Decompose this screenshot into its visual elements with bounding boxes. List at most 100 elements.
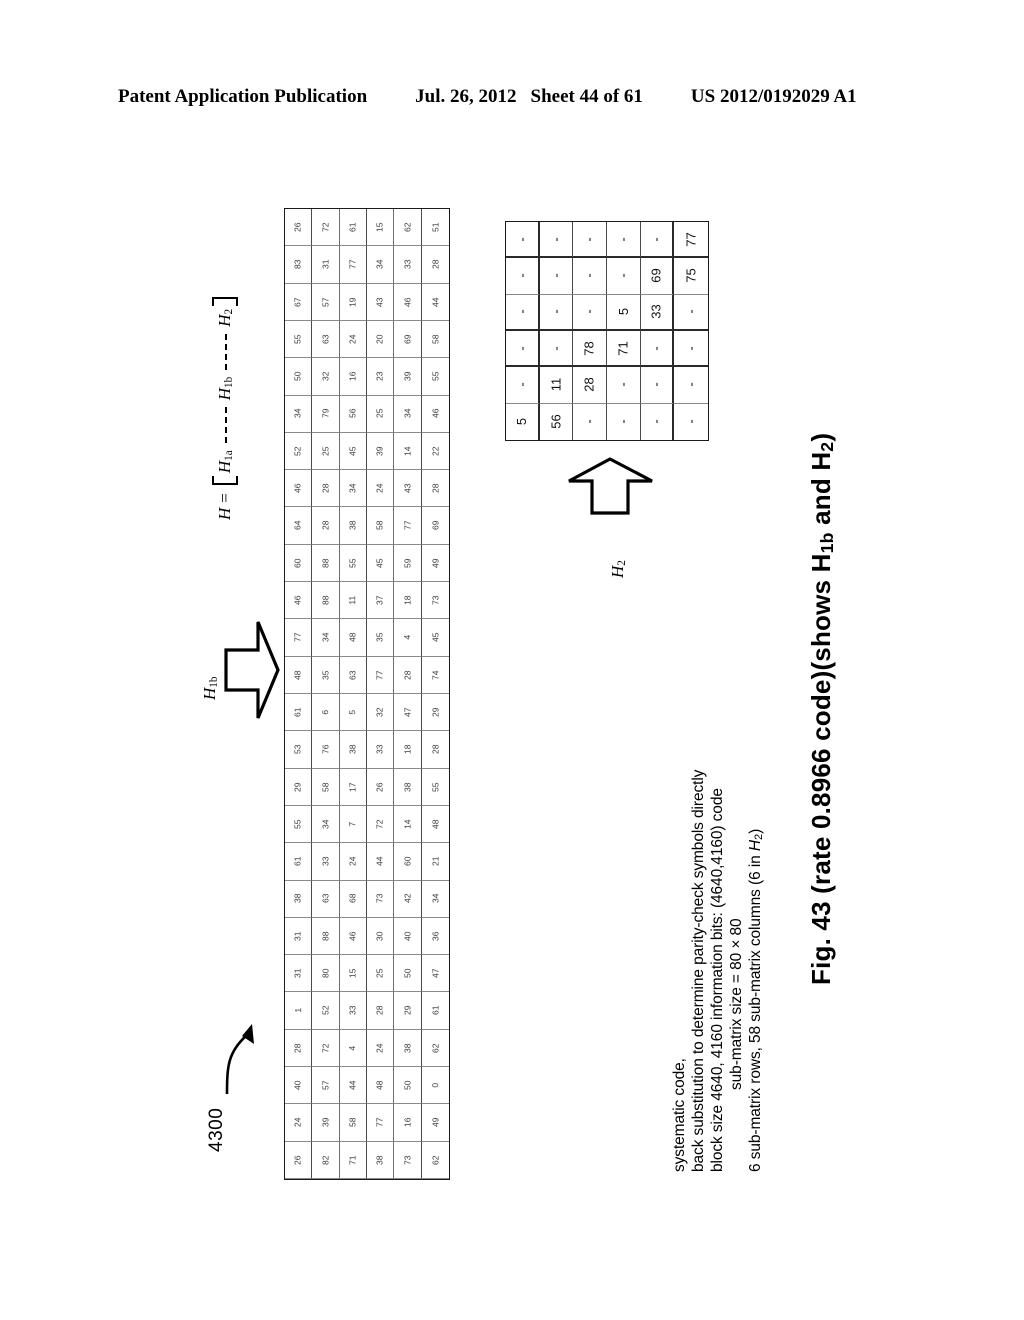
h1b-block-arrow-icon: [224, 621, 280, 719]
h1b-cell-r6-c5: 22: [421, 433, 449, 471]
h1b-value: 59: [402, 558, 413, 568]
h1b-value: 57: [320, 297, 331, 307]
h1b-cell-r16-c2: 7: [339, 805, 367, 844]
h1b-cell-r17-c3: 44: [367, 843, 395, 881]
h1b-cell-r22-c3: 24: [367, 1029, 395, 1068]
h1b-cell-r19-c4: 40: [394, 917, 422, 956]
h2-cell-r4-c2: 28: [573, 367, 607, 404]
h1b-value: 19: [347, 297, 358, 307]
h1b-cell-r21-c0: 1: [285, 992, 313, 1030]
h1b-value: 49: [430, 558, 441, 568]
h1b-value: 14: [402, 446, 413, 456]
h1b-value: 47: [402, 707, 413, 717]
h1b-cell-r6-c2: 45: [339, 432, 367, 471]
h2-value: -: [615, 236, 631, 242]
h1b-cell-r11-c4: 4: [394, 619, 422, 657]
h1b-cell-r3-c4: 69: [394, 320, 422, 359]
h1b-cell-r5-c1: 79: [312, 395, 340, 433]
h2-value: 71: [615, 340, 631, 356]
h1b-cell-r2-c2: 19: [339, 283, 367, 321]
h1b-value: 69: [402, 334, 413, 344]
h1b-value: 60: [292, 558, 303, 568]
h1b-cell-r23-c3: 48: [367, 1067, 395, 1105]
h2-cell-r2-c2: -: [573, 294, 607, 331]
h1b-cell-r22-c4: 38: [394, 1029, 422, 1068]
h1b-value: 34: [430, 893, 441, 904]
h1b-cell-r9-c1: 88: [312, 544, 340, 583]
h2-value: -: [683, 345, 699, 351]
h1b-value: 77: [374, 1117, 385, 1128]
h1b-value: 18: [402, 744, 413, 755]
h1b-cell-r19-c2: 46: [339, 917, 367, 956]
h2-value: -: [582, 419, 598, 424]
h1b-value: 16: [402, 1117, 413, 1128]
h1b-cell-r2-c4: 46: [394, 283, 422, 321]
h2-cell-r2-c0: -: [506, 294, 540, 331]
equation-term-h1b: H1b: [214, 376, 236, 401]
h1b-cell-r5-c5: 46: [421, 396, 449, 433]
h1b-cell-r13-c2: 5: [339, 694, 367, 732]
h2-cell-r3-c3: 71: [607, 330, 641, 368]
h1b-value: 43: [374, 297, 385, 307]
h1b-cell-r5-c4: 34: [394, 395, 422, 433]
h1b-value: 34: [402, 408, 413, 419]
h1b-value: 61: [347, 222, 358, 232]
equation-bracket-left: [212, 476, 238, 486]
h1b-cell-r6-c4: 14: [394, 432, 422, 471]
h1b-cell-r8-c1: 28: [312, 507, 340, 545]
h2-arrow-label: H2: [608, 560, 629, 578]
h1b-cell-r19-c5: 36: [421, 918, 449, 956]
h2-value: -: [582, 273, 598, 279]
description-line-4: sub-matrix size = 80 × 80: [728, 918, 745, 1090]
h1b-value: 14: [402, 819, 413, 829]
h1b-cell-r24-c1: 39: [312, 1104, 340, 1142]
h1b-value: 28: [320, 483, 331, 494]
h1b-cell-r7-c3: 24: [367, 470, 395, 508]
h2-value: 11: [548, 378, 564, 392]
h1b-value: 76: [320, 744, 331, 755]
h1b-value: 55: [430, 371, 441, 382]
h1b-value: 61: [292, 707, 303, 717]
h1b-value: 61: [292, 856, 303, 867]
h1b-cell-r10-c3: 37: [367, 582, 395, 620]
h1b-value: 72: [320, 222, 331, 232]
h1b-cell-r8-c3: 58: [367, 507, 395, 545]
h2-cell-r2-c3: 5: [607, 294, 641, 331]
h1b-value: 30: [374, 931, 385, 941]
h1b-cell-r24-c2: 58: [339, 1104, 367, 1142]
h1b-value: 45: [347, 446, 358, 456]
h2-value: 77: [683, 231, 699, 247]
h1b-value: 28: [430, 483, 441, 494]
h1b-cell-r8-c4: 77: [394, 507, 422, 545]
h1b-cell-r22-c5: 62: [421, 1030, 449, 1068]
h1b-cell-r10-c0: 46: [285, 582, 313, 620]
h1b-value: 63: [320, 334, 331, 344]
h1b-cell-r10-c5: 73: [421, 582, 449, 620]
h1b-value: 5: [347, 709, 358, 715]
h1b-cell-r19-c0: 31: [285, 917, 313, 956]
equation-equals: =: [215, 493, 234, 503]
h1b-value: 88: [320, 595, 331, 605]
h2-value: 28: [582, 377, 598, 393]
h1b-arrow-label: H1b: [200, 676, 221, 701]
equation-divider-1: [225, 407, 227, 444]
h2-cell-r5-c5: -: [674, 404, 708, 440]
h2-value: -: [548, 236, 564, 242]
h1b-cell-r12-c4: 28: [394, 656, 422, 694]
h2-cell-r3-c4: -: [640, 330, 675, 368]
reference-leader-line: [225, 1024, 254, 1095]
h2-value: -: [514, 345, 530, 351]
h2-cell-r4-c5: -: [674, 367, 708, 404]
h2-value: -: [514, 273, 530, 279]
h1b-cell-r18-c4: 42: [394, 880, 422, 918]
h1b-value: 69: [430, 520, 441, 531]
h1b-cell-r0-c3: 15: [367, 209, 395, 247]
h2-value: -: [615, 382, 631, 388]
description-line-1: systematic code,: [671, 1058, 688, 1172]
h2-value: -: [648, 345, 664, 351]
h1b-cell-r11-c5: 45: [421, 619, 449, 657]
h2-cell-r1-c1: -: [539, 258, 574, 295]
h1b-value: 0: [430, 1082, 441, 1088]
h1b-cell-r16-c0: 55: [285, 805, 313, 844]
h1b-cell-r18-c5: 34: [421, 881, 449, 918]
